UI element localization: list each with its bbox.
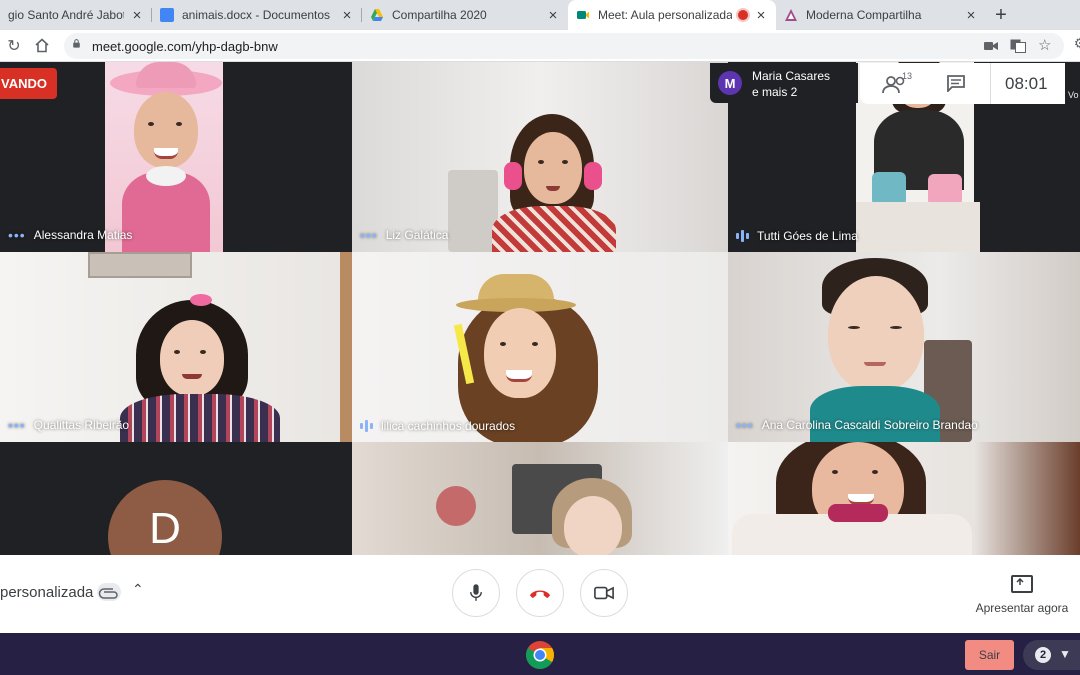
drive-icon: [371, 9, 383, 21]
tab-compartilha-2020[interactable]: Compartilha 2020 ×: [362, 0, 568, 30]
participant-name: ••• Liz Galática: [360, 227, 448, 243]
microphone-icon: [470, 584, 482, 601]
participant-name: ••• Ana Carolina Cascaldi Sobreiro Brand…: [736, 417, 978, 433]
video-tile-girl-painted[interactable]: [728, 442, 1080, 555]
camera-button[interactable]: [580, 569, 628, 617]
meet-control-bar: personalizada ⌃ Apresentar agora: [0, 555, 1080, 633]
presenter-label: Maria Casares e mais 2: [752, 68, 830, 100]
participant-name-text: Alessandra Matias: [33, 228, 133, 242]
camera-icon: [594, 586, 614, 600]
participant-name: lilica cachinhos dourados: [360, 419, 515, 433]
status-tray[interactable]: 2 ▼: [1023, 640, 1080, 670]
audio-dots-icon: •••: [8, 417, 26, 433]
participant-name-text: Qualittas Ribeirão: [33, 418, 130, 432]
tab-title: Moderna Compartilha: [806, 8, 922, 22]
participant-name: ••• Qualittas Ribeirão: [8, 417, 129, 433]
new-tab-button[interactable]: +: [990, 4, 1012, 27]
speaking-indicator-icon: [736, 230, 749, 242]
door-frame-image: [340, 252, 352, 442]
presenter-name: Maria Casares: [752, 69, 831, 83]
present-now-label: Apresentar agora: [975, 601, 1069, 615]
close-icon[interactable]: ×: [546, 7, 560, 24]
participants-count: 13: [902, 71, 913, 81]
tab-title: gio Santo André Jaboticab: [8, 8, 124, 22]
extension-icon[interactable]: ⚙: [1070, 35, 1080, 52]
lock-icon: [73, 39, 80, 48]
participant-image: [548, 478, 638, 555]
meeting-info-panel: 13 08:01: [860, 63, 1065, 104]
notification-count: 2: [1035, 647, 1051, 663]
close-icon[interactable]: ×: [754, 7, 768, 24]
recording-icon: [738, 10, 748, 20]
participant-name-text: Ana Carolina Cascaldi Sobreiro Brandao: [761, 418, 978, 432]
participant-name-text: Tutti Góes de Lima: [757, 229, 858, 243]
audio-dots-icon: •••: [360, 227, 378, 243]
participant-name: ••• Alessandra Matias: [8, 227, 132, 243]
camera-in-use-icon[interactable]: [984, 41, 998, 51]
browser-toolbar: ↻ meet.google.com/yhp-dagb-bnw ☆ ⚙: [0, 30, 1080, 62]
chevron-up-icon[interactable]: ⌃: [132, 581, 144, 598]
tab-meet-aula[interactable]: Meet: Aula personalizada ×: [568, 0, 776, 30]
participant-image: [448, 266, 608, 442]
chat-icon[interactable]: [946, 74, 966, 92]
leave-call-button[interactable]: [516, 569, 564, 617]
translate-icon[interactable]: [1010, 39, 1026, 53]
video-tile-room[interactable]: [352, 442, 728, 555]
recording-badge: VANDO: [0, 68, 57, 99]
reload-icon[interactable]: ↻: [4, 36, 24, 56]
address-bar[interactable]: meet.google.com/yhp-dagb-bnw ☆: [64, 33, 1064, 59]
sair-button[interactable]: Sair: [965, 640, 1014, 670]
presenter-chip[interactable]: M Maria Casares e mais 2: [710, 63, 858, 103]
audio-dots-icon: •••: [8, 227, 26, 243]
participant-name: Tutti Góes de Lima: [736, 229, 858, 243]
video-tile-liz[interactable]: ••• Liz Galática: [352, 62, 728, 252]
audio-dots-icon: •••: [736, 417, 754, 433]
participant-image: [732, 442, 972, 555]
participant-image: [492, 102, 616, 252]
wall-frame-image: [88, 252, 192, 278]
video-tile-qualittas[interactable]: ••• Qualittas Ribeirão: [0, 252, 352, 442]
browser-tab-strip: gio Santo André Jaboticab × animais.docx…: [0, 0, 1080, 30]
bookmark-star-icon[interactable]: ☆: [1038, 36, 1051, 54]
participant-image: [120, 294, 290, 442]
tab-school[interactable]: gio Santo André Jaboticab ×: [0, 0, 152, 30]
divider: [990, 63, 991, 104]
speaking-indicator-icon: [360, 420, 373, 432]
edge-label: Vo: [1068, 90, 1079, 100]
video-tile-lilica[interactable]: lilica cachinhos dourados: [352, 252, 728, 442]
tab-animais-docx[interactable]: animais.docx - Documentos Go ×: [152, 0, 362, 30]
meeting-title[interactable]: personalizada: [0, 584, 93, 601]
participant-name-text: lilica cachinhos dourados: [381, 419, 516, 433]
present-screen-icon: [1011, 575, 1033, 593]
video-tile-ana-carolina[interactable]: ••• Ana Carolina Cascaldi Sobreiro Brand…: [728, 252, 1080, 442]
tab-title: animais.docx - Documentos Go: [182, 8, 334, 22]
chair-image: [448, 170, 498, 252]
tab-title: Compartilha 2020: [392, 8, 487, 22]
hang-up-icon: [529, 590, 551, 598]
chrome-icon[interactable]: [525, 640, 555, 670]
present-now-button[interactable]: Apresentar agora: [974, 573, 1070, 615]
meet-icon: [577, 11, 589, 19]
meeting-clock: 08:01: [1005, 74, 1048, 93]
flowers-image: [436, 486, 476, 526]
microphone-button[interactable]: [452, 569, 500, 617]
wifi-icon: ▼: [1059, 647, 1071, 661]
close-icon[interactable]: ×: [964, 7, 978, 24]
tab-moderna-compartilha[interactable]: Moderna Compartilha ×: [776, 0, 986, 30]
home-icon[interactable]: [34, 38, 50, 53]
participant-image: [810, 258, 944, 442]
participant-name-text: Liz Galática: [385, 228, 449, 242]
attachment-icon[interactable]: [97, 583, 121, 601]
google-docs-icon: [160, 8, 174, 22]
close-icon[interactable]: ×: [340, 7, 354, 24]
close-icon[interactable]: ×: [130, 7, 144, 24]
tab-title: Meet: Aula personalizada: [598, 8, 732, 22]
url-text: meet.google.com/yhp-dagb-bnw: [92, 39, 278, 54]
participant-image: [110, 62, 222, 252]
presenter-avatar: M: [718, 71, 742, 95]
moderna-icon: [785, 9, 797, 21]
presenter-others: e mais 2: [752, 85, 798, 99]
